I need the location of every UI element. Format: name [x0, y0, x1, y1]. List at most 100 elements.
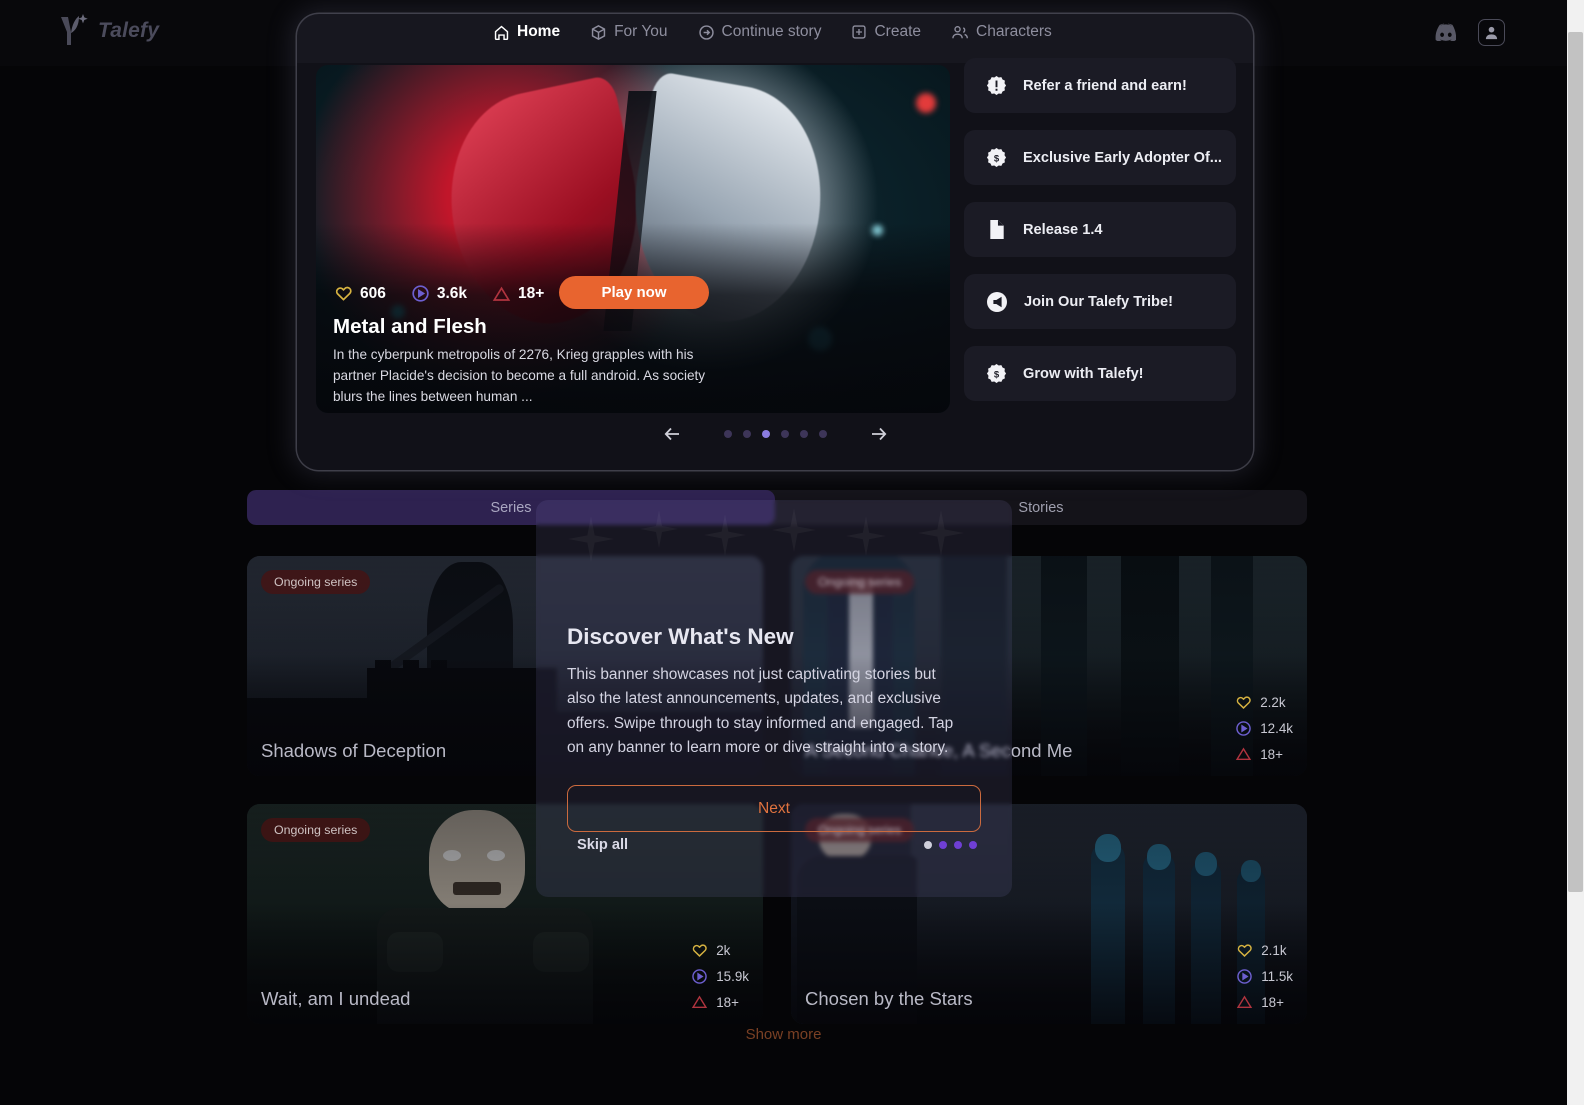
nav-item-continue-story[interactable]: Continue story [683, 18, 837, 46]
nav-item-for-you-label: For You [614, 23, 668, 40]
card-likes-value: 2.1k [1261, 943, 1287, 958]
nav-item-home[interactable]: Home [478, 18, 575, 46]
carousel-dots [723, 430, 827, 438]
card-plays: 15.9k [691, 968, 749, 985]
announcement-item-tribe[interactable]: Join Our Talefy Tribe! [964, 274, 1236, 329]
discord-icon[interactable] [1428, 16, 1460, 48]
tab-series-label: Series [490, 499, 532, 516]
card-rating: 18+ [691, 994, 739, 1010]
tab-stories-label: Stories [1018, 499, 1064, 516]
dollar-badge-icon: $ [986, 363, 1007, 384]
hero-likes: 606 [334, 284, 386, 303]
announcement-item-release[interactable]: Release 1.4 [964, 202, 1236, 257]
heart-icon [693, 944, 707, 957]
hero-description: In the cyberpunk metropolis of 2276, Kri… [333, 347, 706, 404]
carousel-dot[interactable] [799, 430, 808, 438]
warning-triangle-icon [692, 995, 708, 1009]
card-title: Chosen by the Stars [805, 988, 973, 1009]
play-circle-icon [1237, 969, 1253, 984]
card-likes-value: 2.2k [1260, 695, 1286, 710]
dollar-badge-icon: $ [986, 147, 1007, 168]
brand-name: Talefy [98, 19, 160, 42]
announcement-item-refer[interactable]: Refer a friend and earn! [964, 58, 1236, 113]
announcement-item-early-adopter[interactable]: $ Exclusive Early Adopter Of... [964, 130, 1236, 185]
show-more-button[interactable]: Show more [0, 1026, 1567, 1043]
nav-item-for-you[interactable]: For You [575, 18, 682, 46]
card-title: Shadows of Deception [261, 740, 447, 761]
coachmark-dot[interactable] [969, 841, 977, 849]
status-badge: Ongoing series [261, 570, 371, 594]
hero-plays: 3.6k [411, 284, 467, 303]
card-plays: 12.4k [1235, 720, 1293, 737]
warning-triangle-icon [1236, 747, 1252, 761]
announcement-label: Join Our Talefy Tribe! [1024, 293, 1173, 310]
announcement-label: Exclusive Early Adopter Of... [1023, 149, 1222, 166]
hero-rating: 18+ [492, 285, 544, 303]
play-circle-icon [692, 969, 708, 984]
hero-rating-value: 18+ [518, 284, 545, 302]
megaphone-circle-icon [986, 291, 1008, 312]
coachmark-tooltip: Discover What's New This banner showcase… [536, 500, 1012, 897]
brand-logo[interactable]: Talefy [55, 12, 159, 50]
coachmark-dot[interactable] [939, 841, 947, 849]
banner-spotlight-panel: 606 3.6k 18+ Play now Metal and Flesh In… [297, 14, 1253, 470]
announcement-item-grow[interactable]: $ Grow with Talefy! [964, 346, 1236, 401]
heart-icon [1237, 696, 1251, 709]
card-rating-value: 18+ [1261, 994, 1284, 1010]
nav-item-characters-label: Characters [976, 23, 1052, 40]
coachmark-step-dots [924, 841, 977, 849]
document-icon [986, 219, 1007, 240]
account-avatar-icon[interactable] [1478, 18, 1505, 46]
play-circle-icon [1236, 721, 1252, 736]
svg-text:$: $ [994, 370, 1000, 381]
carousel-dot[interactable] [742, 430, 751, 438]
card-likes: 2.2k [1235, 694, 1286, 711]
coachmark-skip-all-link[interactable]: Skip all [577, 837, 628, 853]
hero-plays-value: 3.6k [436, 284, 468, 302]
coachmark-body: This banner showcases not just captivati… [567, 666, 954, 756]
nav-item-continue-story-label: Continue story [721, 23, 822, 40]
play-circle-icon [412, 285, 429, 302]
app-root: Talefy Home For You Continue story Creat… [0, 0, 1584, 1105]
main-navigation: Home For You Continue story Create Chara… [478, 18, 1067, 46]
warning-triangle-icon [1237, 995, 1253, 1009]
carousel-dot[interactable] [818, 430, 827, 438]
card-plays-value: 11.5k [1261, 969, 1293, 984]
card-stats: 2.1k 11.5k 18+ [1236, 942, 1293, 1010]
carousel-dot-active[interactable] [761, 430, 770, 438]
top-right-actions [1428, 16, 1505, 48]
card-plays-value: 15.9k [716, 969, 749, 984]
nav-item-create-label: Create [874, 23, 921, 40]
nav-item-home-label: Home [517, 23, 561, 40]
heart-icon [335, 286, 352, 301]
carousel-dot[interactable] [723, 430, 732, 438]
banner-carousel-controls [297, 421, 1253, 447]
card-likes: 2k [691, 942, 730, 959]
nav-item-create[interactable]: Create [836, 18, 936, 46]
carousel-next-arrow-right-icon[interactable] [865, 421, 891, 447]
coachmark-next-button[interactable]: Next [567, 785, 981, 832]
warning-triangle-icon [492, 286, 511, 301]
card-plays: 11.5k [1236, 968, 1293, 985]
nav-item-characters[interactable]: Characters [936, 18, 1067, 46]
card-rating: 18+ [1235, 746, 1283, 762]
card-rating: 18+ [1236, 994, 1284, 1010]
carousel-prev-arrow-left-icon[interactable] [660, 421, 686, 447]
card-likes: 2.1k [1236, 942, 1287, 959]
card-likes-value: 2k [716, 943, 731, 958]
card-title: Wait, am I undead [261, 988, 411, 1009]
coachmark-dot-active[interactable] [924, 841, 932, 849]
announcement-label: Release 1.4 [1023, 221, 1103, 238]
page-scrollbar-thumb[interactable] [1568, 32, 1583, 892]
announcement-label: Grow with Talefy! [1023, 365, 1144, 382]
card-rating-value: 18+ [1260, 746, 1283, 762]
carousel-dot[interactable] [780, 430, 789, 438]
play-now-button[interactable]: Play now [559, 276, 709, 309]
card-rating-value: 18+ [716, 994, 739, 1010]
coachmark-dot[interactable] [954, 841, 962, 849]
hero-banner-card[interactable]: 606 3.6k 18+ Play now Metal and Flesh In… [316, 65, 950, 413]
announcement-list: Refer a friend and earn! $ Exclusive Ear… [964, 58, 1236, 418]
announcement-label: Refer a friend and earn! [1023, 77, 1187, 94]
card-plays-value: 12.4k [1260, 721, 1293, 736]
talefy-leaf-sparkle-logo-icon [55, 12, 89, 50]
